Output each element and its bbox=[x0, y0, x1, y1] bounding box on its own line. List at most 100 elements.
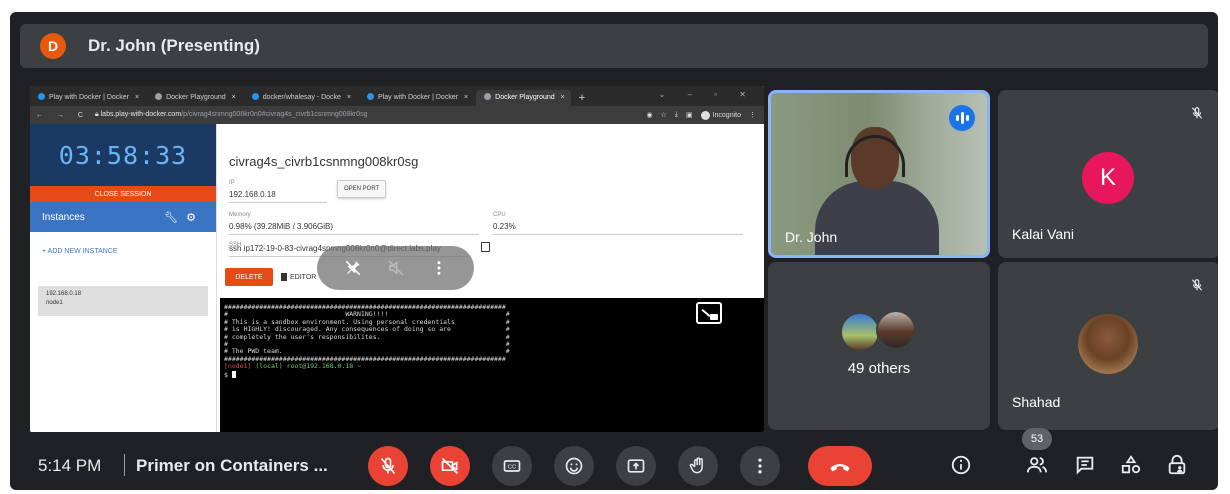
docker-icon bbox=[251, 93, 259, 100]
unpin-icon[interactable] bbox=[341, 256, 365, 280]
meeting-clock: 5:14 PM bbox=[38, 456, 102, 475]
more-options-icon[interactable] bbox=[427, 256, 451, 280]
captions-icon: CC bbox=[503, 460, 521, 472]
participant-name: Kalai Vani bbox=[1012, 226, 1075, 242]
browser-tab-playground-1[interactable]: Docker Playground × bbox=[147, 90, 242, 106]
captions-button[interactable]: CC bbox=[492, 446, 532, 486]
meet-window: D Dr. John (Presenting) Play with Docker… bbox=[10, 12, 1218, 490]
url-path: /p/civrag4snmng008kr0n0#civrag4s_civrb1c… bbox=[181, 111, 368, 118]
tile-kalai-vani[interactable]: K Kalai Vani bbox=[998, 90, 1218, 258]
delete-button[interactable]: DELETE bbox=[225, 268, 273, 286]
file-icon bbox=[281, 273, 287, 281]
info-icon bbox=[951, 455, 971, 475]
editor-button[interactable]: EDITOR bbox=[281, 268, 316, 286]
editor-label: EDITOR bbox=[290, 273, 317, 281]
terminal-input-line: $ bbox=[224, 370, 764, 379]
browser-tab-strip: Play with Docker | Docker × Docker Playgr… bbox=[30, 86, 764, 106]
presentation-overlay-controls bbox=[317, 246, 474, 290]
avatar: K bbox=[1082, 152, 1134, 204]
chat-button[interactable] bbox=[1072, 452, 1098, 478]
globe-icon bbox=[155, 93, 163, 100]
incognito-icon bbox=[700, 110, 710, 120]
tile-others[interactable]: 49 others bbox=[768, 262, 990, 430]
browser-tab-label: docker/whalesay - Docke bbox=[262, 94, 341, 101]
new-tab-button[interactable]: + bbox=[573, 92, 591, 106]
star-icon[interactable]: ☆ bbox=[661, 111, 667, 119]
instance-ip: 192.168.0.18 bbox=[46, 291, 82, 297]
cpu-label: CPU bbox=[493, 212, 506, 218]
close-icon[interactable]: × bbox=[561, 94, 565, 101]
download-icon[interactable]: ⤓ bbox=[675, 111, 678, 119]
terminal[interactable]: ########################################… bbox=[220, 298, 764, 432]
mute-audio-icon[interactable] bbox=[384, 256, 408, 280]
camera-toggle-button[interactable] bbox=[430, 446, 470, 486]
present-icon bbox=[627, 459, 645, 473]
close-icon[interactable]: × bbox=[347, 94, 351, 101]
more-vert-icon bbox=[758, 458, 762, 474]
instance-node1[interactable]: 192.168.0.18 node1 bbox=[38, 286, 208, 316]
add-new-instance-link[interactable]: + ADD NEW INSTANCE bbox=[30, 232, 216, 274]
leave-call-button[interactable] bbox=[808, 446, 872, 486]
avatar bbox=[876, 310, 916, 350]
close-session-button[interactable]: CLOSE SESSION bbox=[30, 186, 216, 202]
instances-label: Instances bbox=[42, 211, 85, 223]
close-icon[interactable]: × bbox=[464, 94, 468, 101]
tile-dr-john[interactable]: Dr. John bbox=[768, 90, 990, 258]
browser-tab-label: Play with Docker | Docker bbox=[378, 94, 459, 101]
shared-screen[interactable]: Play with Docker | Docker × Docker Playgr… bbox=[30, 86, 764, 432]
participant-name: Dr. John bbox=[785, 229, 838, 245]
instances-header: Instances 🔧︎⚙ bbox=[30, 202, 216, 232]
browser-tab-label: Docker Playground bbox=[166, 94, 226, 101]
sidebar-icon[interactable]: ▣ bbox=[686, 111, 693, 119]
ip-value: 192.168.0.18 bbox=[229, 190, 276, 199]
docker-icon bbox=[38, 93, 45, 100]
raise-hand-button[interactable] bbox=[678, 446, 718, 486]
globe-icon bbox=[484, 93, 492, 100]
eye-off-icon[interactable]: ◉ bbox=[646, 111, 652, 119]
prompt-node: [node1] bbox=[224, 362, 252, 371]
prompt-dollar: $ bbox=[224, 370, 232, 379]
browser-tab-pwd-2[interactable]: Play with Docker | Docker × bbox=[359, 90, 474, 106]
meeting-details-button[interactable] bbox=[948, 452, 974, 478]
speaking-indicator-icon bbox=[949, 105, 975, 131]
menu-dots-icon[interactable]: ⋮ bbox=[749, 111, 756, 119]
browser-tab-pwd-1[interactable]: Play with Docker | Docker × bbox=[30, 90, 145, 106]
memory-label: Memory bbox=[229, 212, 251, 218]
avatar bbox=[840, 312, 880, 352]
window-controls[interactable]: ⌄ – ▫ ✕ bbox=[659, 90, 756, 99]
copy-icon[interactable] bbox=[481, 242, 490, 252]
incognito-label: Incognito bbox=[712, 111, 741, 119]
people-button[interactable] bbox=[1024, 452, 1050, 478]
browser-tab-whalesay[interactable]: docker/whalesay - Docke × bbox=[244, 90, 357, 106]
address-bar[interactable]: ← → C 🔒︎ labs.play-with-docker.com/p/civ… bbox=[30, 106, 764, 124]
gear-icon[interactable]: ⚙ bbox=[186, 212, 204, 224]
presenter-avatar: D bbox=[40, 33, 66, 59]
activities-button[interactable] bbox=[1118, 452, 1144, 478]
chat-icon bbox=[1076, 456, 1094, 475]
presenter-bar: D Dr. John (Presenting) bbox=[20, 24, 1208, 68]
tile-shahad[interactable]: Shahad bbox=[998, 262, 1218, 430]
host-controls-button[interactable] bbox=[1164, 452, 1190, 478]
more-options-button[interactable] bbox=[740, 446, 780, 486]
close-icon[interactable]: × bbox=[135, 94, 139, 101]
browser-tab-playground-active[interactable]: Docker Playground × bbox=[476, 90, 571, 106]
instance-name: node1 bbox=[46, 300, 63, 306]
terminal-prompt: [node1] (local) root@192.168.0.18 ~ bbox=[224, 363, 764, 370]
wrench-icon[interactable]: 🔧︎ bbox=[164, 212, 186, 224]
url-text[interactable]: 🔒︎ labs.play-with-docker.com/p/civrag4sn… bbox=[95, 111, 368, 119]
hangup-icon bbox=[830, 464, 850, 472]
present-screen-button[interactable] bbox=[616, 446, 656, 486]
mic-off-icon bbox=[1184, 100, 1210, 126]
open-port-button[interactable]: OPEN PORT bbox=[337, 180, 387, 198]
close-icon[interactable]: × bbox=[232, 94, 236, 101]
mic-toggle-button[interactable] bbox=[368, 446, 408, 486]
browser-tab-label: Play with Docker | Docker bbox=[49, 94, 130, 101]
browser-tab-label: Docker Playground bbox=[495, 94, 555, 101]
others-count: 49 others bbox=[847, 360, 911, 377]
nav-buttons[interactable]: ← → C bbox=[30, 112, 95, 119]
participant-count-badge: 53 bbox=[1022, 428, 1052, 450]
picture-in-picture-icon[interactable] bbox=[696, 302, 722, 324]
cpu-underline bbox=[493, 234, 743, 235]
incognito-badge[interactable]: Incognito bbox=[700, 110, 741, 120]
emoji-reactions-button[interactable] bbox=[554, 446, 594, 486]
